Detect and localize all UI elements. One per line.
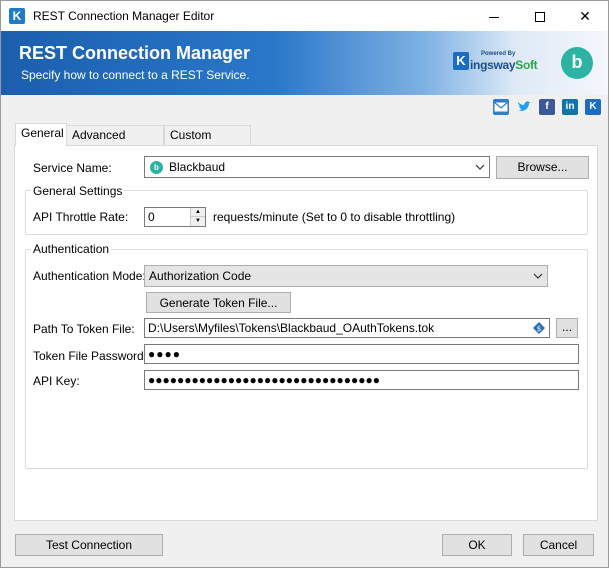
token-path-label: Path To Token File: [33, 322, 135, 336]
spin-up-icon[interactable]: ▲ [191, 208, 205, 217]
general-tab-panel: Service Name: b Blackbaud Browse... Gene… [14, 145, 598, 521]
maximize-button[interactable] [517, 1, 563, 31]
facebook-icon[interactable]: f [539, 99, 555, 115]
authentication-mode-combo[interactable]: Authorization Code [144, 265, 548, 287]
authentication-title: Authentication [31, 242, 112, 256]
blackbaud-logo: b [561, 47, 593, 79]
ok-button[interactable]: OK [442, 534, 512, 556]
window-title: REST Connection Manager Editor [33, 9, 215, 23]
linkedin-icon[interactable]: in [562, 99, 578, 115]
maximize-icon [535, 12, 545, 23]
generate-token-file-button[interactable]: Generate Token File... [146, 292, 291, 313]
kingswaysoft-logo: Powered By K ingswaySoft [453, 49, 543, 75]
editor-window: K REST Connection Manager Editor ✕ REST … [0, 0, 609, 568]
tab-advanced-settings[interactable]: Advanced Settings [66, 125, 164, 161]
api-throttle-spinner[interactable]: ▲ ▼ [190, 208, 205, 226]
service-name-combo[interactable]: b Blackbaud [144, 156, 490, 178]
token-path-browse-button[interactable]: ... [556, 318, 578, 338]
token-password-label: Token File Password: [33, 349, 148, 363]
header-banner: REST Connection Manager Specify how to c… [1, 31, 608, 95]
banner-title: REST Connection Manager [19, 43, 251, 63]
api-throttle-input[interactable]: 0 ▲ ▼ [144, 207, 206, 227]
service-name-label: Service Name: [33, 161, 112, 175]
cancel-button[interactable]: Cancel [523, 534, 594, 556]
minimize-icon [489, 16, 499, 18]
chevron-down-icon [533, 273, 543, 279]
token-password-value: ●●●● [148, 347, 181, 361]
api-throttle-label: API Throttle Rate: [33, 210, 129, 224]
title-bar: K REST Connection Manager Editor ✕ [1, 1, 608, 31]
twitter-icon[interactable] [516, 99, 532, 115]
tab-general[interactable]: General [15, 123, 67, 146]
service-name-value: Blackbaud [169, 160, 226, 174]
chevron-down-icon [475, 164, 485, 170]
authentication-mode-value: Authorization Code [149, 269, 252, 283]
authentication-mode-label: Authentication Mode: [33, 269, 146, 283]
browse-button[interactable]: Browse... [496, 156, 589, 179]
api-key-input[interactable]: ●●●●●●●●●●●●●●●●●●●●●●●●●●●●●●●● [144, 370, 579, 390]
close-icon: ✕ [579, 8, 591, 24]
token-path-value: D:\Users\Myfiles\Tokens\Blackbaud_OAuthT… [148, 321, 435, 335]
minimize-button[interactable] [471, 1, 517, 31]
kingswaysoft-app-icon: K [9, 8, 25, 24]
api-throttle-hint: requests/minute (Set to 0 to disable thr… [213, 210, 456, 224]
close-button[interactable]: ✕ [562, 1, 608, 31]
kingswaysoft-k-icon: K [453, 52, 469, 70]
powered-by-label: Powered By [481, 51, 516, 57]
api-throttle-value: 0 [148, 210, 155, 224]
token-password-input[interactable]: ●●●● [144, 344, 579, 364]
svg-text:$: $ [537, 325, 541, 333]
api-key-label: API Key: [33, 374, 80, 388]
general-settings-title: General Settings [31, 184, 125, 198]
banner-subtitle: Specify how to connect to a REST Service… [21, 68, 250, 82]
expression-icon[interactable]: $ [532, 321, 546, 335]
test-connection-button[interactable]: Test Connection [15, 534, 163, 556]
blackbaud-icon: b [150, 161, 163, 174]
spin-down-icon[interactable]: ▼ [191, 217, 205, 226]
kingswaysoft-icon[interactable]: K [585, 99, 601, 115]
tab-custom-headers[interactable]: Custom Headers [164, 125, 251, 161]
api-key-value: ●●●●●●●●●●●●●●●●●●●●●●●●●●●●●●●● [148, 373, 380, 387]
token-path-input[interactable]: D:\Users\Myfiles\Tokens\Blackbaud_OAuthT… [144, 318, 550, 338]
mail-icon[interactable] [493, 99, 509, 115]
kingswaysoft-name: ingswaySoft [470, 58, 538, 72]
